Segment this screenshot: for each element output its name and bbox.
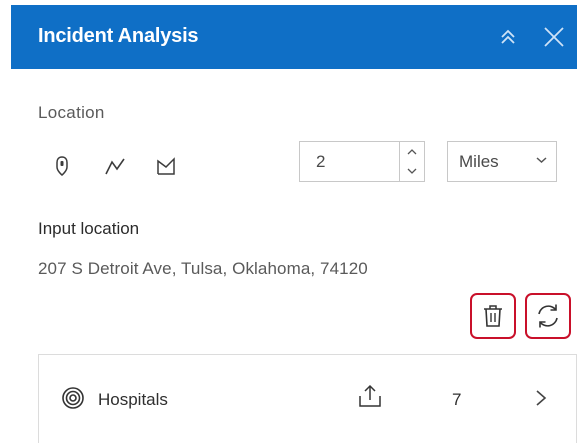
chevrons-up-icon (501, 29, 515, 44)
location-label: Location (38, 103, 105, 122)
chevron-right-icon (536, 390, 547, 406)
export-button[interactable] (357, 383, 383, 414)
point-tool-button[interactable] (46, 150, 78, 182)
unit-selected-value: Miles (459, 151, 499, 171)
layer-result-row[interactable]: Hospitals 7 (38, 354, 577, 443)
decrement-button[interactable] (400, 162, 424, 182)
close-button[interactable] (539, 22, 569, 52)
delete-location-button[interactable] (470, 293, 516, 339)
buffer-distance-input[interactable] (299, 141, 399, 182)
trash-icon (484, 305, 502, 327)
refresh-icon (538, 304, 558, 328)
feature-count: 7 (452, 390, 462, 409)
panel-title: Incident Analysis (38, 25, 199, 47)
polygon-tool-button[interactable] (150, 150, 182, 182)
input-location-address: 207 S Detroit Ave, Tulsa, Oklahoma, 7412… (38, 259, 368, 278)
polyline-icon (105, 158, 125, 175)
chevron-up-icon (407, 149, 417, 155)
line-tool-button[interactable] (99, 150, 131, 182)
export-icon (359, 384, 381, 407)
map-pin-icon (56, 156, 68, 176)
distance-unit-select[interactable]: Miles (447, 141, 557, 182)
close-icon (544, 27, 564, 47)
collapse-button[interactable] (493, 22, 523, 52)
distance-stepper[interactable] (399, 141, 425, 182)
chevron-down-icon (536, 157, 547, 164)
increment-button[interactable] (400, 142, 424, 162)
layer-name: Hospitals (98, 390, 168, 409)
chevron-down-icon (407, 168, 417, 174)
target-icon (62, 387, 84, 409)
input-location-label: Input location (38, 219, 140, 238)
refresh-button[interactable] (525, 293, 571, 339)
panel-header: Incident Analysis (11, 5, 577, 69)
polygon-icon (157, 157, 175, 175)
open-layer-button[interactable] (534, 389, 548, 412)
